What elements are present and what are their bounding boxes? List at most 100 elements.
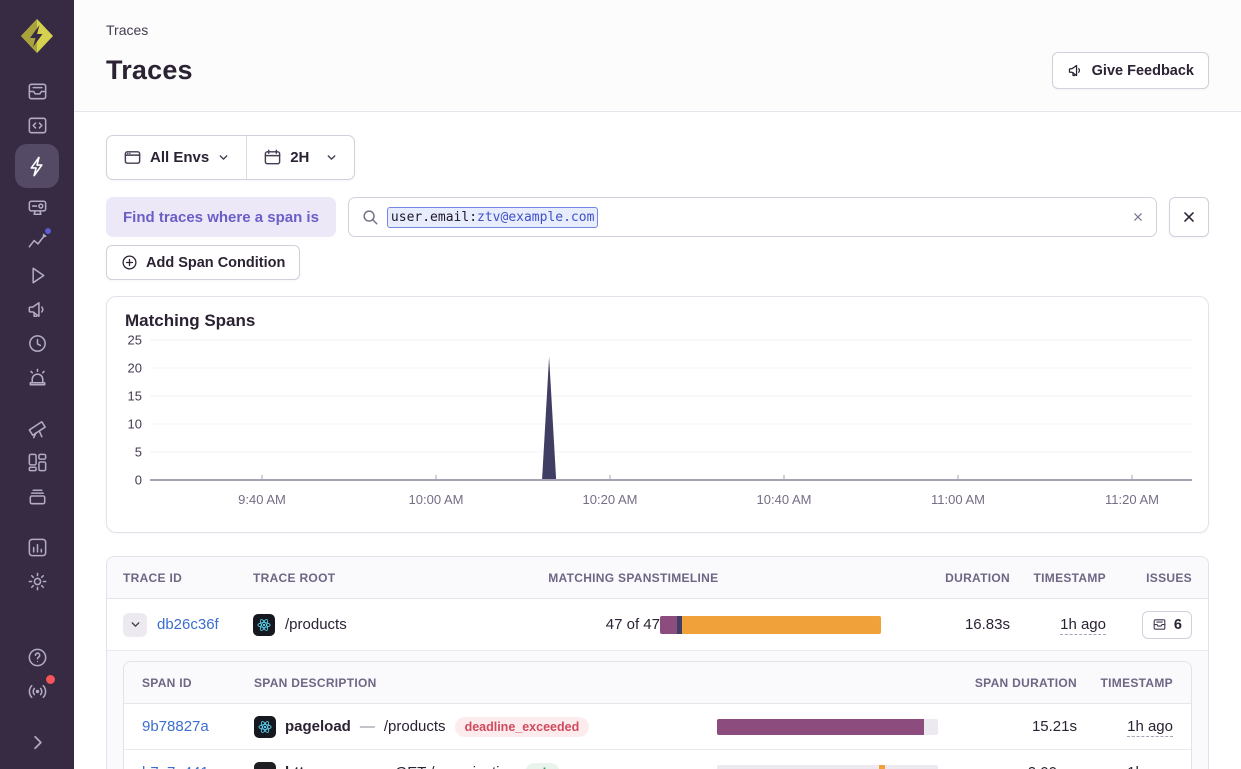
issues-icon — [1152, 617, 1167, 632]
token-value: ztv@example.com — [477, 210, 594, 225]
siren-icon — [26, 366, 49, 389]
projector-icon — [26, 196, 49, 219]
col-span-id: SPAN ID — [142, 676, 254, 690]
svg-text:11:20 AM: 11:20 AM — [1105, 492, 1159, 507]
col-span-description: SPAN DESCRIPTION — [254, 676, 717, 690]
play-icon — [26, 264, 49, 287]
megaphone-icon — [26, 298, 49, 321]
span-op: http.server — [285, 764, 363, 769]
span-timeline-bar — [717, 765, 938, 769]
sidebar-item-insights[interactable] — [15, 224, 59, 258]
plus-circle-icon — [121, 254, 138, 271]
page-header: Traces Traces Give Feedback — [74, 0, 1241, 112]
span-description: GET /organization — [396, 764, 517, 769]
col-span-timestamp: TIMESTAMP — [1101, 676, 1173, 690]
code-folder-icon — [26, 114, 49, 137]
sidebar-item-feedback[interactable] — [15, 292, 59, 326]
svg-text:15: 15 — [128, 389, 142, 404]
sidebar-item-history[interactable] — [15, 326, 59, 360]
sidebar-item-replays[interactable] — [15, 258, 59, 292]
dash-separator: — — [360, 718, 375, 735]
col-matching-spans: MATCHING SPANS — [548, 571, 660, 585]
react-platform-icon — [253, 614, 275, 636]
sidebar-item-alerts[interactable] — [15, 360, 59, 394]
matching-spans-count: 47 of 47 — [606, 616, 660, 633]
sidebar-item-releases[interactable] — [15, 479, 59, 513]
col-trace-root: TRACE ROOT — [253, 571, 530, 585]
span-id-link[interactable]: b7a7e441 — [142, 764, 254, 769]
svg-text:0: 0 — [135, 473, 142, 488]
svg-text:11:00 AM: 11:00 AM — [931, 492, 985, 507]
clear-search-button[interactable] — [1130, 209, 1146, 225]
svg-text:5: 5 — [135, 445, 142, 460]
chart-title: Matching Spans — [125, 311, 1190, 331]
broadcast-notification-dot — [44, 673, 57, 686]
trace-timestamp: 1h ago — [1060, 616, 1106, 635]
environment-filter[interactable]: All Envs — [107, 136, 246, 179]
megaphone-icon — [1067, 62, 1084, 79]
sidebar-item-traces[interactable] — [15, 144, 59, 188]
span-row: b7a7e441 ex http.server — GET /organizat… — [124, 750, 1191, 769]
sidebar-item-issues[interactable] — [15, 74, 59, 108]
trace-issues-button[interactable]: 6 — [1142, 611, 1192, 639]
gear-icon — [26, 570, 49, 593]
svg-text:10:00 AM: 10:00 AM — [409, 492, 464, 507]
span-status-badge: deadline_exceeded — [455, 717, 590, 737]
token-key: user.email: — [391, 210, 477, 225]
collapse-trace-button[interactable] — [123, 613, 147, 637]
give-feedback-label: Give Feedback — [1092, 63, 1194, 79]
sidebar-item-broadcast[interactable] — [15, 674, 59, 708]
express-platform-icon: ex — [254, 762, 276, 769]
app-logo-icon[interactable] — [15, 14, 59, 58]
trace-root-name: /products — [285, 616, 347, 633]
sidebar-item-settings[interactable] — [15, 564, 59, 598]
sidebar-item-help[interactable] — [15, 640, 59, 674]
archive-stack-icon — [26, 485, 49, 508]
sidebar-item-dashboards[interactable] — [15, 445, 59, 479]
clear-x-icon — [1130, 209, 1146, 225]
col-timestamp: TIMESTAMP — [1034, 571, 1106, 585]
remove-condition-button[interactable] — [1169, 197, 1209, 237]
span-timeline-bar — [717, 719, 938, 735]
trace-id-link[interactable]: db26c36f — [157, 616, 219, 633]
sidebar-bottom-group — [15, 640, 59, 769]
span-status-badge: ok — [525, 763, 560, 769]
matching-spans-panel: Matching Spans 25201510509:40 AM10:00 AM… — [106, 296, 1209, 533]
span-description: /products — [384, 718, 446, 735]
chevron-right-icon — [26, 731, 49, 754]
clock-icon — [26, 332, 49, 355]
traces-table-header: TRACE ID TRACE ROOT MATCHING SPANS TIMEL… — [107, 557, 1208, 599]
svg-text:25: 25 — [128, 333, 142, 348]
issues-icon — [26, 80, 49, 103]
react-platform-icon — [254, 716, 276, 738]
insights-notification-dot — [43, 226, 53, 236]
search-input[interactable]: user.email:ztv@example.com — [348, 197, 1157, 237]
sidebar-expand-button[interactable] — [15, 725, 59, 759]
date-range-filter[interactable]: 2H — [246, 136, 354, 179]
col-span-duration: SPAN DURATION — [975, 676, 1077, 690]
span-timestamp: 1h ago — [1127, 764, 1173, 769]
spans-table-header: SPAN ID SPAN DESCRIPTION SPAN DURATION T… — [124, 662, 1191, 704]
sidebar-item-explore[interactable] — [15, 108, 59, 142]
trace-row: db26c36f /products 47 of 47 16.83s 1h ag… — [107, 599, 1208, 651]
breadcrumb[interactable]: Traces — [106, 22, 1209, 38]
span-row: 9b78827a pageload — /products deadline_e… — [124, 704, 1191, 750]
span-id-link[interactable]: 9b78827a — [142, 718, 254, 735]
add-span-condition-button[interactable]: Add Span Condition — [106, 245, 300, 280]
content: All Envs 2H Find traces where a span is … — [74, 112, 1241, 769]
sidebar-item-stats[interactable] — [15, 530, 59, 564]
svg-text:10:20 AM: 10:20 AM — [583, 492, 638, 507]
col-timeline: TIMELINE — [660, 571, 910, 585]
chevron-down-icon — [325, 151, 338, 164]
search-query-token[interactable]: user.email:ztv@example.com — [387, 207, 599, 228]
sidebar-item-queries[interactable] — [15, 190, 59, 224]
dash-separator: — — [372, 764, 387, 769]
give-feedback-button[interactable]: Give Feedback — [1052, 52, 1209, 89]
sidebar-item-discover[interactable] — [15, 411, 59, 445]
window-icon — [123, 148, 142, 167]
span-condition-label: Find traces where a span is — [106, 197, 336, 237]
add-span-condition-label: Add Span Condition — [146, 255, 285, 271]
bar-stats-icon — [26, 536, 49, 559]
telescope-icon — [26, 417, 49, 440]
span-op: pageload — [285, 718, 351, 735]
